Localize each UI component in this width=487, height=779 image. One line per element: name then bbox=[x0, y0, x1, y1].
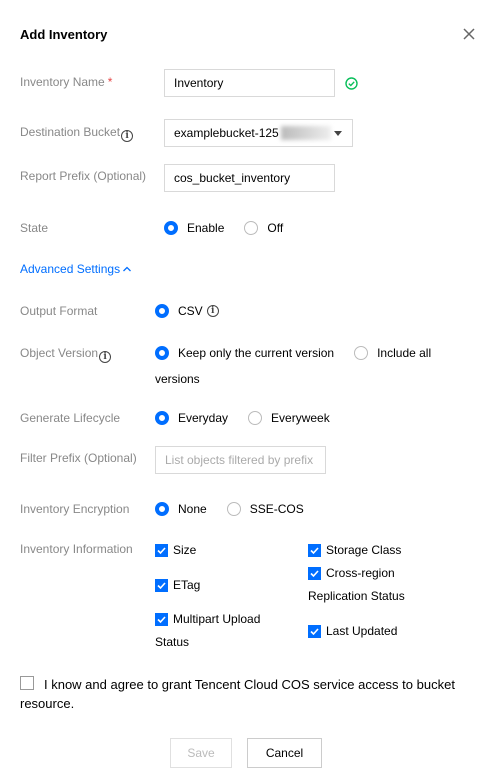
required-mark: * bbox=[107, 75, 113, 89]
radio-unselected-icon[interactable] bbox=[248, 411, 263, 425]
chevron-up-icon bbox=[122, 262, 132, 276]
radio-selected-icon[interactable] bbox=[164, 221, 178, 235]
generate-lifecycle-radio-group: Everyday Everyweek bbox=[155, 411, 330, 425]
agreement-text-line2: resource. bbox=[20, 696, 75, 711]
report-prefix-input[interactable]: cos_bucket_inventory bbox=[164, 164, 335, 192]
checkbox-label: ETag bbox=[173, 578, 201, 592]
object-version-all-option-wrap[interactable]: versions bbox=[155, 371, 200, 387]
state-radio-group: Enable Off bbox=[164, 221, 283, 235]
redaction-mask bbox=[280, 126, 331, 140]
radio-selected-icon[interactable] bbox=[155, 502, 169, 516]
checkbox-label: Multipart Upload bbox=[173, 612, 261, 626]
dropdown-arrow-icon bbox=[334, 131, 342, 136]
lifecycle-everyday-option[interactable]: Everyday bbox=[155, 411, 228, 425]
checkbox-label: Cross-region bbox=[326, 566, 395, 580]
option-label: Keep only the current version bbox=[178, 346, 335, 360]
inventory-encryption-label: Inventory Encryption bbox=[20, 502, 130, 516]
state-off-option[interactable]: Off bbox=[244, 221, 283, 235]
save-button[interactable]: Save bbox=[170, 738, 232, 768]
output-format-radio-group: CSV i bbox=[155, 304, 219, 318]
object-version-label: Object Version i bbox=[20, 345, 112, 363]
state-enable-option[interactable]: Enable bbox=[164, 221, 224, 235]
checkmark-icon[interactable] bbox=[155, 578, 168, 592]
option-label: Include all bbox=[377, 346, 432, 360]
option-label: Everyweek bbox=[271, 411, 330, 425]
state-label: State bbox=[20, 221, 49, 235]
info-icon[interactable]: i bbox=[121, 130, 134, 142]
radio-selected-icon[interactable] bbox=[155, 304, 169, 318]
checkmark-icon[interactable] bbox=[308, 543, 321, 557]
radio-unselected-icon[interactable] bbox=[244, 221, 259, 235]
radio-selected-icon[interactable] bbox=[155, 411, 169, 425]
checkmark-icon[interactable] bbox=[308, 566, 321, 580]
checkbox-last-updated[interactable]: Last Updated bbox=[308, 623, 397, 639]
checkbox-multipart-upload[interactable]: Multipart Upload bbox=[155, 611, 260, 627]
filter-prefix-input[interactable]: List objects filtered by prefix bbox=[155, 446, 326, 474]
advanced-settings-toggle[interactable]: Advanced Settings bbox=[20, 262, 132, 276]
agreement-checkbox[interactable] bbox=[20, 676, 34, 690]
info-icon[interactable]: i bbox=[206, 305, 219, 317]
object-version-radio-group: Keep only the current version Include al… bbox=[155, 346, 431, 360]
encryption-sse-cos-option[interactable]: SSE-COS bbox=[226, 502, 304, 516]
option-label: SSE-COS bbox=[249, 502, 304, 516]
checkbox-label: Last Updated bbox=[326, 624, 398, 638]
checkbox-label-wrap: Replication Status bbox=[308, 589, 405, 603]
info-icon[interactable]: i bbox=[99, 351, 112, 363]
cancel-button[interactable]: Cancel bbox=[247, 738, 322, 768]
inventory-name-input[interactable]: Inventory bbox=[164, 69, 335, 97]
checkbox-label: Size bbox=[173, 543, 197, 557]
object-version-current-option[interactable]: Keep only the current version bbox=[155, 346, 334, 360]
checkmark-icon[interactable] bbox=[155, 543, 168, 557]
checkbox-cross-region[interactable]: Cross-region bbox=[308, 565, 395, 581]
encryption-none-option[interactable]: None bbox=[155, 502, 207, 516]
destination-bucket-select[interactable]: examplebucket-125 bbox=[164, 119, 353, 147]
option-label: Off bbox=[267, 221, 284, 235]
destination-bucket-label: Destination Bucket i bbox=[20, 124, 134, 142]
close-icon[interactable] bbox=[461, 26, 477, 42]
dialog-title: Add Inventory bbox=[20, 27, 108, 42]
destination-bucket-value: examplebucket-125 bbox=[174, 126, 279, 140]
object-version-all-option[interactable]: Include all bbox=[354, 346, 431, 360]
generate-lifecycle-label: Generate Lifecycle bbox=[20, 411, 121, 425]
inventory-name-label: Inventory Name * bbox=[20, 75, 113, 89]
inventory-encryption-radio-group: None SSE-COS bbox=[155, 502, 304, 516]
option-label: Everyday bbox=[178, 411, 229, 425]
checkmark-icon[interactable] bbox=[308, 624, 321, 638]
checkbox-storage-class[interactable]: Storage Class bbox=[308, 542, 401, 558]
radio-unselected-icon[interactable] bbox=[354, 346, 369, 360]
checkbox-label-wrap: Status bbox=[155, 635, 190, 649]
output-format-label: Output Format bbox=[20, 304, 98, 318]
output-format-csv-option[interactable]: CSV i bbox=[155, 304, 219, 318]
check-circle-icon bbox=[345, 77, 358, 93]
radio-selected-icon[interactable] bbox=[155, 346, 169, 360]
report-prefix-label: Report Prefix (Optional) bbox=[20, 169, 147, 183]
checkbox-label: Storage Class bbox=[326, 543, 402, 557]
checkbox-size[interactable]: Size bbox=[155, 542, 196, 558]
advanced-settings-label: Advanced Settings bbox=[20, 262, 121, 276]
filter-prefix-label: Filter Prefix (Optional) bbox=[20, 451, 137, 465]
checkbox-etag[interactable]: ETag bbox=[155, 577, 200, 593]
checkmark-icon[interactable] bbox=[155, 612, 168, 626]
option-label: Enable bbox=[187, 221, 225, 235]
option-label: None bbox=[178, 502, 207, 516]
radio-unselected-icon[interactable] bbox=[226, 502, 241, 516]
option-label: CSV bbox=[178, 304, 203, 318]
agreement-text-line1: I know and agree to grant Tencent Cloud … bbox=[44, 677, 455, 692]
lifecycle-everyweek-option[interactable]: Everyweek bbox=[248, 411, 330, 425]
inventory-information-label: Inventory Information bbox=[20, 542, 133, 556]
